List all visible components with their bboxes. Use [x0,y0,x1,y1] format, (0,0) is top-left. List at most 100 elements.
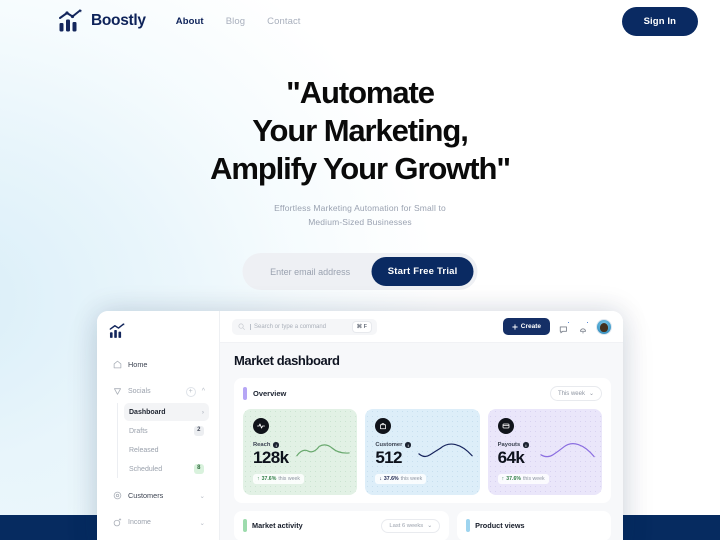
info-icon[interactable]: i [405,442,411,448]
email-input[interactable] [248,260,372,283]
product-views-header: Product views [466,518,602,532]
bell-badge-dot [585,320,589,324]
trend-up-icon: ↑ [257,475,260,482]
topbar-actions: Create [502,318,611,335]
sidebar-label-income: Income [128,519,151,526]
market-activity-range-label: Last 6 weeks [389,522,424,529]
bar-chart-trend-icon [109,323,125,338]
chevron-down-icon: ⌄ [588,391,594,397]
nav-link-contact[interactable]: Contact [267,16,300,27]
sidebar-label-socials: Socials [128,388,151,395]
hero-section: "Automate Your Marketing, Amplify Your G… [0,74,720,229]
dashboard-sidebar: Home Socials + ^ Dashboard › Drafts 2 Re… [97,311,220,540]
sidebar-item-drafts[interactable]: Drafts 2 [124,422,209,440]
stat-delta-pct: 37.6% [261,475,277,482]
customers-icon [113,491,122,500]
subtitle-line-1: Effortless Marketing Automation for Smal… [274,203,446,214]
overview-title: Overview [253,389,287,398]
market-activity-header: Market activity Last 6 weeks ⌄ [243,518,441,533]
market-activity-title: Market activity [252,521,303,531]
product-views-title: Product views [475,520,525,530]
chevron-up-icon[interactable]: ^ [202,388,205,395]
info-icon[interactable]: i [273,442,279,448]
bell-icon[interactable] [578,320,589,333]
dashboard-topbar: Search or type a command ⌘ F Create [220,311,623,343]
chevron-down-icon[interactable]: ⌄ [200,519,205,527]
sidebar-label-home: Home [128,360,148,369]
nav-link-blog[interactable]: Blog [226,16,245,27]
bag-icon [375,418,392,434]
badge-scheduled: 8 [193,464,204,474]
brand-name: Boostly [91,12,146,29]
badge-drafts: 2 [193,426,204,436]
stat-card-reach[interactable]: Reach i 128k ↑ 37.6% this week [243,409,358,495]
sidebar-label-drafts: Drafts [129,427,148,435]
product-views-card[interactable]: Product views [457,510,611,540]
market-activity-range-select[interactable]: Last 6 weeks ⌄ [381,518,441,533]
coin-icon [113,518,122,527]
info-icon[interactable]: i [523,442,529,448]
activity-icon [253,418,269,434]
dashboard-main: Search or type a command ⌘ F Create Mark… [220,311,623,540]
dashboard-preview: Home Socials + ^ Dashboard › Drafts 2 Re… [97,311,623,540]
nav-link-about[interactable]: About [176,16,204,27]
sidebar-item-home[interactable]: Home [109,355,209,374]
search-icon [238,323,245,330]
home-icon [113,360,122,369]
sparkline-payouts [540,443,595,458]
trend-up-icon: ↑ [501,475,505,482]
headline-line-3: Amplify Your Growth" [210,150,511,186]
dashboard-body: Market dashboard Overview This week ⌄ Re… [220,343,623,540]
market-activity-card[interactable]: Market activity Last 6 weeks ⌄ [234,510,450,540]
stat-delta-pct: 37.6% [506,475,521,482]
stat-delta-note: this week [278,475,300,482]
sidebar-subtree-socials: Dashboard › Drafts 2 Released Scheduled … [117,403,209,478]
sidebar-item-scheduled[interactable]: Scheduled 8 [124,460,209,478]
stat-card-customer[interactable]: Customer i 512 ↓ 37.6% this week [365,409,480,495]
stat-delta-payouts: ↑ 37.6% this week [497,473,549,484]
tag-icon [114,388,121,395]
sidebar-label-dashboard: Dashboard [129,408,166,416]
trend-down-icon: ↓ [379,475,382,482]
subtitle-line-2: Medium-Sized Businesses [308,217,412,228]
create-button[interactable]: Create [502,318,550,335]
brand-logo-link[interactable]: Boostly [58,9,146,33]
sign-in-button[interactable]: Sign In [621,6,698,36]
overview-panel: Overview This week ⌄ Reach i 128k ↑ 37.6… [234,378,611,503]
message-icon[interactable] [559,320,570,333]
sidebar-item-dashboard[interactable]: Dashboard › [124,403,209,421]
email-signup-form: Start Free Trial [242,253,478,290]
chevron-right-icon: › [201,408,204,416]
stat-delta-note: this week [400,475,423,482]
plus-circle-icon[interactable]: + [185,386,196,397]
accent-bar-icon [243,387,247,400]
dashboard-page-title: Market dashboard [234,353,340,368]
search-placeholder: Search or type a command [250,323,348,330]
search-shortcut: ⌘ F [352,321,371,332]
avatar[interactable] [597,319,611,334]
stat-card-payouts[interactable]: Payouts i 64k ↑ 37.6% this week [487,409,602,495]
overview-header: Overview This week ⌄ [243,386,602,401]
sidebar-label-released: Released [129,446,159,454]
search-input[interactable]: Search or type a command ⌘ F [232,318,377,335]
start-free-trial-button[interactable]: Start Free Trial [371,257,474,286]
sidebar-label-scheduled: Scheduled [129,465,163,473]
sidebar-item-income[interactable]: Income ⌄ [109,513,209,532]
stat-card-list: Reach i 128k ↑ 37.6% this week Customer … [243,409,602,495]
top-navbar: Boostly About Blog Contact Sign In [0,0,720,42]
headline-line-2: Your Marketing, [252,112,469,148]
sidebar-item-customers[interactable]: Customers ⌄ [109,486,209,505]
chevron-down-icon: ⌄ [427,522,433,529]
chevron-down-icon[interactable]: ⌄ [200,492,205,500]
message-badge-dot [566,320,570,324]
headline-line-1: "Automate [286,75,435,110]
bottom-panels: Market activity Last 6 weeks ⌄ Product v… [234,510,611,540]
overview-range-label: This week [557,390,585,397]
stat-delta-note: this week [522,475,545,482]
overview-range-select[interactable]: This week ⌄ [549,386,602,401]
accent-bar-icon [243,519,247,533]
sidebar-item-released[interactable]: Released [124,441,209,459]
bar-chart-trend-icon [59,9,82,32]
sidebar-group-socials[interactable]: Socials + ^ [109,382,209,401]
stat-delta-customer: ↓ 37.6% this week [375,473,427,484]
